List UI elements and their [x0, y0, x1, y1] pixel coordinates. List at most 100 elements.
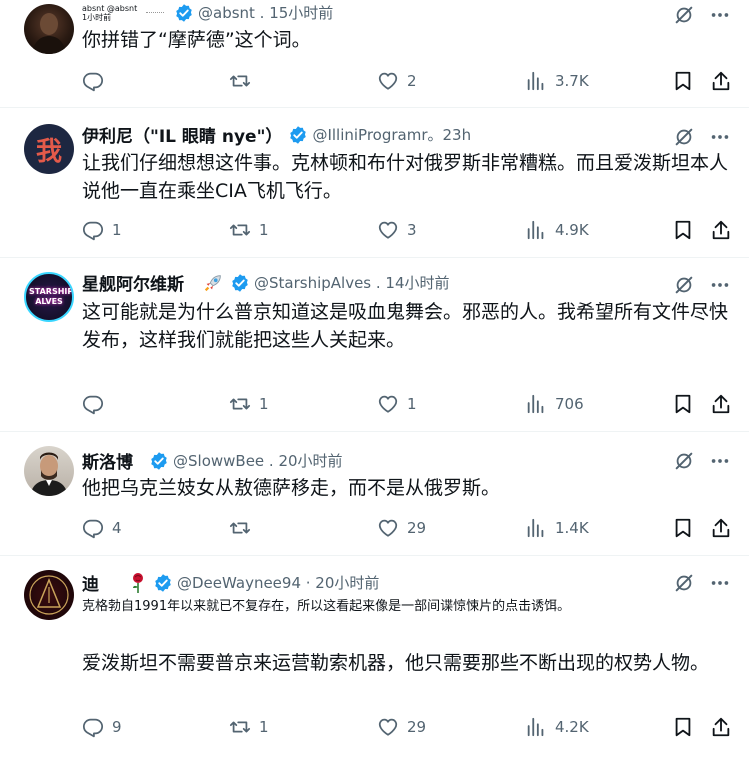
handle-timestamp[interactable]: @IlliniProgramr。23h	[312, 124, 471, 145]
handle-timestamp[interactable]: @DeeWaynee94 · 20小时前	[177, 572, 379, 593]
tweet[interactable]: 我 伊利尼（"IL 眼睛 nye"） @IlliniProgramr。23h 让…	[0, 108, 749, 258]
bookmark-button[interactable]	[672, 393, 694, 415]
action-bar: 1 1 706	[82, 391, 732, 417]
action-bar: 1 1 3 4.9K	[82, 217, 732, 243]
tweet-top-icons	[673, 572, 731, 594]
more-icon[interactable]	[709, 450, 731, 472]
handle-timestamp[interactable]: @absnt . 15小时前	[198, 2, 333, 23]
share-button[interactable]	[710, 219, 732, 241]
tweet-text: 爱泼斯坦不需要普京来运营勒索机器，他只需要那些不断出现的权势人物。	[82, 652, 710, 674]
share-button[interactable]	[710, 517, 732, 539]
share-button[interactable]	[710, 70, 732, 92]
tweet-header: 星舰阿尔维斯 @StarshipAlves . 14小时前	[82, 270, 450, 295]
tweet[interactable]: 斯洛博 @SlowwBee . 20小时前 他把乌克兰妓女从敖德萨移走，而不是从…	[0, 432, 749, 556]
tweet-text: 这可能就是为什么普京知道这是吸血鬼舞会。邪恶的人。我希望所有文件尽快发布，这样我…	[82, 301, 729, 351]
bookmark-button[interactable]	[672, 70, 694, 92]
reply-button[interactable]	[82, 393, 112, 415]
grok-icon[interactable]	[673, 274, 695, 296]
avatar[interactable]	[24, 4, 74, 54]
views-button[interactable]: 4.2K	[525, 716, 589, 738]
like-button[interactable]: 29	[377, 716, 426, 738]
display-name[interactable]: absnt @absnt 1小时前	[82, 4, 142, 22]
reply-button[interactable]: 1	[82, 219, 122, 241]
verified-icon	[288, 125, 308, 145]
like-count: 2	[407, 72, 417, 90]
verified-icon	[149, 451, 169, 471]
like-count: 29	[407, 519, 427, 537]
tweet-top-icons	[673, 4, 731, 26]
reply-button[interactable]: 4	[82, 517, 122, 539]
views-button[interactable]: 3.7K	[525, 70, 589, 92]
tweet-header: 斯洛博 @SlowwBee . 20小时前	[82, 448, 343, 473]
avatar-text: 我	[35, 136, 62, 167]
grok-icon[interactable]	[673, 572, 695, 594]
tweet-header: 迪 @DeeWaynee94 · 20小时前	[82, 570, 379, 595]
tweet-top-icons	[673, 126, 731, 148]
tweet-text: 让我们仔细想想这件事。克林顿和布什对俄罗斯非常糟糕。而且爱泼斯坦本人说他一直在乘…	[82, 152, 729, 202]
verified-icon	[230, 273, 250, 293]
retweet-button[interactable]	[229, 517, 259, 539]
divider	[146, 12, 164, 13]
like-count: 1	[407, 395, 417, 413]
more-icon[interactable]	[709, 126, 731, 148]
reply-button[interactable]	[82, 70, 112, 92]
tweet[interactable]: STARSHIP ALVES 星舰阿尔维斯 @StarshipAlves . 1…	[0, 258, 749, 432]
grok-icon[interactable]	[673, 4, 695, 26]
like-button[interactable]: 2	[377, 70, 417, 92]
bookmark-button[interactable]	[672, 716, 694, 738]
bookmark-button[interactable]	[672, 219, 694, 241]
like-button[interactable]: 1	[377, 393, 417, 415]
display-name[interactable]: 星舰阿尔维斯	[82, 270, 184, 295]
avatar[interactable]	[24, 570, 74, 620]
rose-icon	[129, 572, 147, 594]
verified-icon	[153, 573, 173, 593]
reply-button[interactable]: 9	[82, 716, 122, 738]
views-button[interactable]: 1.4K	[525, 517, 589, 539]
tweet-header: 伊利尼（"IL 眼睛 nye"） @IlliniProgramr。23h	[82, 122, 471, 147]
action-bar: 9 1 29 4.2K	[82, 714, 732, 740]
grok-icon[interactable]	[673, 450, 695, 472]
like-count: 3	[407, 221, 417, 239]
retweet-button[interactable]: 1	[229, 716, 269, 738]
share-button[interactable]	[710, 716, 732, 738]
reply-count: 9	[112, 718, 122, 736]
tweet-text-secondary: 克格勃自1991年以来就已不复存在，所以这看起来像是一部间谍惊悚片的点击诱饵。	[82, 599, 571, 614]
like-button[interactable]: 3	[377, 219, 417, 241]
display-name[interactable]: 伊利尼（"IL 眼睛 nye"）	[82, 122, 282, 147]
action-bar: 4 29 1.4K	[82, 515, 732, 541]
handle-timestamp[interactable]: @StarshipAlves . 14小时前	[254, 272, 450, 293]
more-icon[interactable]	[709, 4, 731, 26]
more-icon[interactable]	[709, 572, 731, 594]
like-button[interactable]: 29	[377, 517, 426, 539]
views-button[interactable]: 706	[525, 393, 584, 415]
tweet-header: absnt @absnt 1小时前 @absnt . 15小时前	[82, 2, 333, 23]
display-name[interactable]: 斯洛博	[82, 448, 133, 473]
retweet-count: 1	[259, 395, 269, 413]
avatar[interactable]: 我	[24, 124, 74, 174]
action-bar: 2 3.7K	[82, 68, 732, 94]
reply-count: 1	[112, 221, 122, 239]
tweet-text: 他把乌克兰妓女从敖德萨移走，而不是从俄罗斯。	[82, 477, 501, 499]
retweet-button[interactable]: 1	[229, 393, 269, 415]
views-button[interactable]: 4.9K	[525, 219, 589, 241]
grok-icon[interactable]	[673, 126, 695, 148]
retweet-button[interactable]	[229, 70, 259, 92]
share-button[interactable]	[710, 393, 732, 415]
bookmark-button[interactable]	[672, 517, 694, 539]
handle-timestamp[interactable]: @SlowwBee . 20小时前	[173, 450, 343, 471]
retweet-count: 1	[259, 718, 269, 736]
view-count: 706	[555, 395, 584, 413]
avatar[interactable]: STARSHIP ALVES	[24, 272, 74, 322]
tweet-top-icons	[673, 274, 731, 296]
avatar[interactable]	[24, 446, 74, 496]
tweet[interactable]: absnt @absnt 1小时前 @absnt . 15小时前 你拼错了“摩萨…	[0, 0, 749, 108]
like-count: 29	[407, 718, 427, 736]
rocket-icon	[202, 272, 224, 294]
tweet[interactable]: 迪 @DeeWaynee94 · 20小时前 克格勃自1991年以来就已不复存在…	[0, 556, 749, 765]
more-icon[interactable]	[709, 274, 731, 296]
verified-icon	[174, 3, 194, 23]
retweet-button[interactable]: 1	[229, 219, 269, 241]
retweet-count: 1	[259, 221, 269, 239]
display-name[interactable]: 迪	[82, 570, 99, 595]
tweet-top-icons	[673, 450, 731, 472]
